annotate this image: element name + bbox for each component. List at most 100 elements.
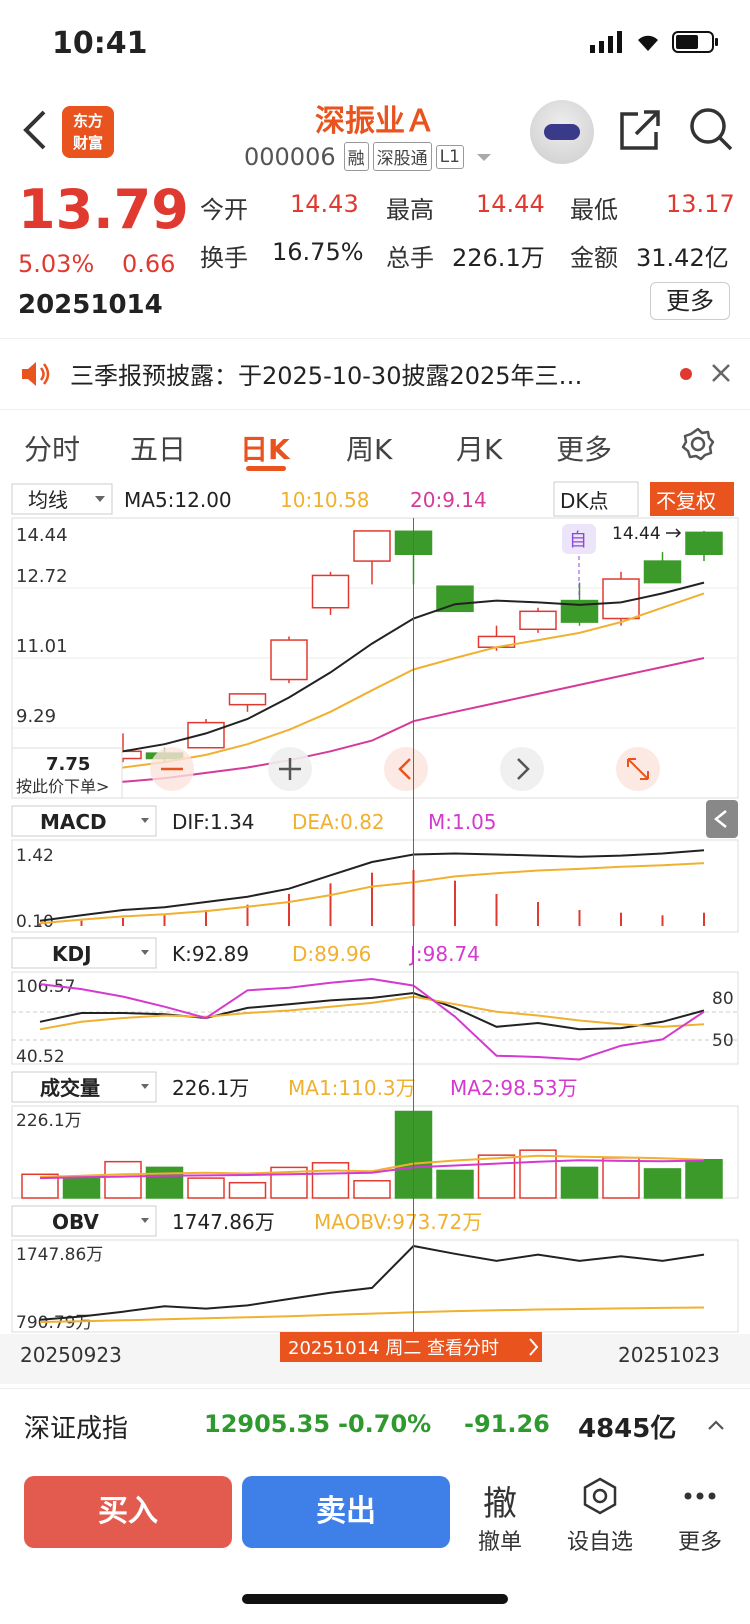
volume-label: 226.1万 xyxy=(172,1076,249,1100)
zoom-in-button[interactable] xyxy=(268,747,312,791)
macd-select-label: MACD xyxy=(40,810,107,834)
index-amount: 4845亿 xyxy=(578,1414,677,1444)
ma-select[interactable]: 均线 xyxy=(11,483,113,515)
home-indicator xyxy=(242,1594,508,1604)
obv-tick: 1747.86万 xyxy=(16,1245,103,1265)
share-button[interactable] xyxy=(618,108,662,152)
volume-select[interactable]: 成交量 xyxy=(11,1071,157,1103)
stock-code: 000006 xyxy=(244,142,336,171)
buy-button[interactable]: 买入 xyxy=(24,1476,232,1548)
assistant-avatar[interactable] xyxy=(530,100,594,164)
kdj-level: 50 xyxy=(712,1031,734,1051)
kdj-select-label: KDJ xyxy=(52,942,92,966)
volume-bar xyxy=(104,1160,142,1199)
unread-dot xyxy=(680,368,692,380)
open-label: 今开 xyxy=(200,196,248,224)
sell-button[interactable]: 卖出 xyxy=(242,1476,450,1548)
collapse-panel-button[interactable] xyxy=(706,800,738,838)
volume-bar xyxy=(145,1166,184,1199)
dk-point-button[interactable]: DK点 xyxy=(553,481,639,517)
tab-weekly-k[interactable]: 周K xyxy=(346,428,392,468)
tab-intraday[interactable]: 分时 xyxy=(24,428,80,468)
candle-body xyxy=(311,574,350,609)
volume-bar xyxy=(477,1154,516,1199)
adjust-button[interactable]: 不复权 xyxy=(650,482,734,516)
macd-select[interactable]: MACD xyxy=(11,805,157,837)
volume-value: 226.1万 xyxy=(452,244,545,272)
order-price: 7.75 xyxy=(46,754,90,775)
kdj-select[interactable]: KDJ xyxy=(11,937,157,969)
obv-select[interactable]: OBV xyxy=(11,1205,157,1237)
candle-body xyxy=(187,721,225,749)
volume-ma2-label: MA2:98.53万 xyxy=(450,1076,578,1100)
tab-daily-k[interactable]: 日K xyxy=(240,428,290,468)
obv-select-label: OBV xyxy=(52,1210,99,1234)
candles-layer xyxy=(21,530,723,773)
caret-down-icon xyxy=(476,153,491,161)
tab-monthly-k[interactable]: 月K xyxy=(456,428,502,468)
candle-body xyxy=(519,610,557,631)
share-icon xyxy=(620,110,660,150)
index-value: 12905.35 xyxy=(204,1410,331,1438)
add-watchlist-label: 设自选 xyxy=(566,1530,633,1555)
high-marker: 14.44 xyxy=(612,524,682,544)
tag-level: L1 xyxy=(435,144,464,169)
add-watchlist-button[interactable]: 设自选 xyxy=(560,1476,640,1556)
ma20-line xyxy=(39,657,705,789)
stock-subtitle[interactable]: 000006 融 深股通 L1 xyxy=(244,142,494,171)
adjust-label: 不复权 xyxy=(656,489,716,513)
pan-left-button[interactable] xyxy=(384,747,428,791)
active-tab-indicator xyxy=(246,466,286,471)
ma5-label: MA5:12.00 xyxy=(124,488,232,512)
pan-right-button[interactable] xyxy=(500,747,544,791)
status-icons xyxy=(590,30,720,54)
price-tick: 12.72 xyxy=(16,566,68,587)
candle-body xyxy=(643,560,682,584)
signal-icon xyxy=(590,31,622,53)
cancel-order-button[interactable]: 撤 撤单 xyxy=(460,1476,540,1556)
ma10-label: 10:10.58 xyxy=(280,488,369,512)
macd-layer xyxy=(39,849,705,926)
speaker-icon xyxy=(22,362,50,386)
volume-bar xyxy=(228,1181,267,1199)
j-label: J:98.74 xyxy=(408,942,480,966)
gear-icon[interactable] xyxy=(680,426,716,462)
more-actions-button[interactable]: 更多 xyxy=(660,1476,740,1556)
open-value: 14.43 xyxy=(290,190,359,218)
j-line xyxy=(39,977,705,1061)
price-tick: 9.29 xyxy=(16,706,56,727)
turnover-label: 换手 xyxy=(200,244,248,272)
dea-label: DEA:0.82 xyxy=(292,810,385,834)
low-value: 13.17 xyxy=(666,190,735,218)
more-quote-button[interactable]: 更多 xyxy=(650,282,730,320)
crosshair-date-label[interactable]: 20251014 周二 查看分时 xyxy=(280,1332,542,1362)
tab-more[interactable]: 更多 xyxy=(556,428,612,468)
battery-icon xyxy=(672,31,718,53)
arrow-right-icon xyxy=(666,528,682,538)
volume-bar xyxy=(187,1177,225,1199)
dif-label: DIF:1.34 xyxy=(172,810,255,834)
self-select-marker[interactable]: 自 xyxy=(562,524,596,596)
zoom-out-button[interactable] xyxy=(150,747,194,791)
change-percent: 5.03% xyxy=(18,250,95,278)
volume-bar xyxy=(62,1176,101,1199)
close-icon[interactable] xyxy=(710,362,732,384)
volume-ma1-label: MA1:110.3万 xyxy=(288,1076,416,1100)
date-right: 20251023 xyxy=(618,1343,720,1367)
k-label: K:92.89 xyxy=(172,942,249,966)
search-button[interactable] xyxy=(688,106,734,152)
high-value: 14.44 xyxy=(476,190,545,218)
order-at-price[interactable]: 7.75 按此价下单> xyxy=(11,747,123,799)
fullscreen-button[interactable] xyxy=(616,747,660,791)
notice-text[interactable]: 三季报预披露：于2025-10-30披露2025年三… xyxy=(70,356,583,391)
tab-5day[interactable]: 五日 xyxy=(130,428,186,468)
k-line xyxy=(39,991,705,1031)
crosshair-date-text: 20251014 周二 查看分时 xyxy=(288,1338,499,1359)
kline-chart[interactable]: 均线 MA5:12.00 10:10.58 20:9.14 DK点 不复权 14… xyxy=(0,478,750,1388)
candle-body xyxy=(228,693,267,706)
m-label: M:1.05 xyxy=(428,810,497,834)
candle-body xyxy=(685,531,723,556)
hexagon-icon xyxy=(560,1476,640,1520)
more-dots-icon xyxy=(660,1476,740,1520)
chevron-up-icon[interactable] xyxy=(706,1418,726,1432)
